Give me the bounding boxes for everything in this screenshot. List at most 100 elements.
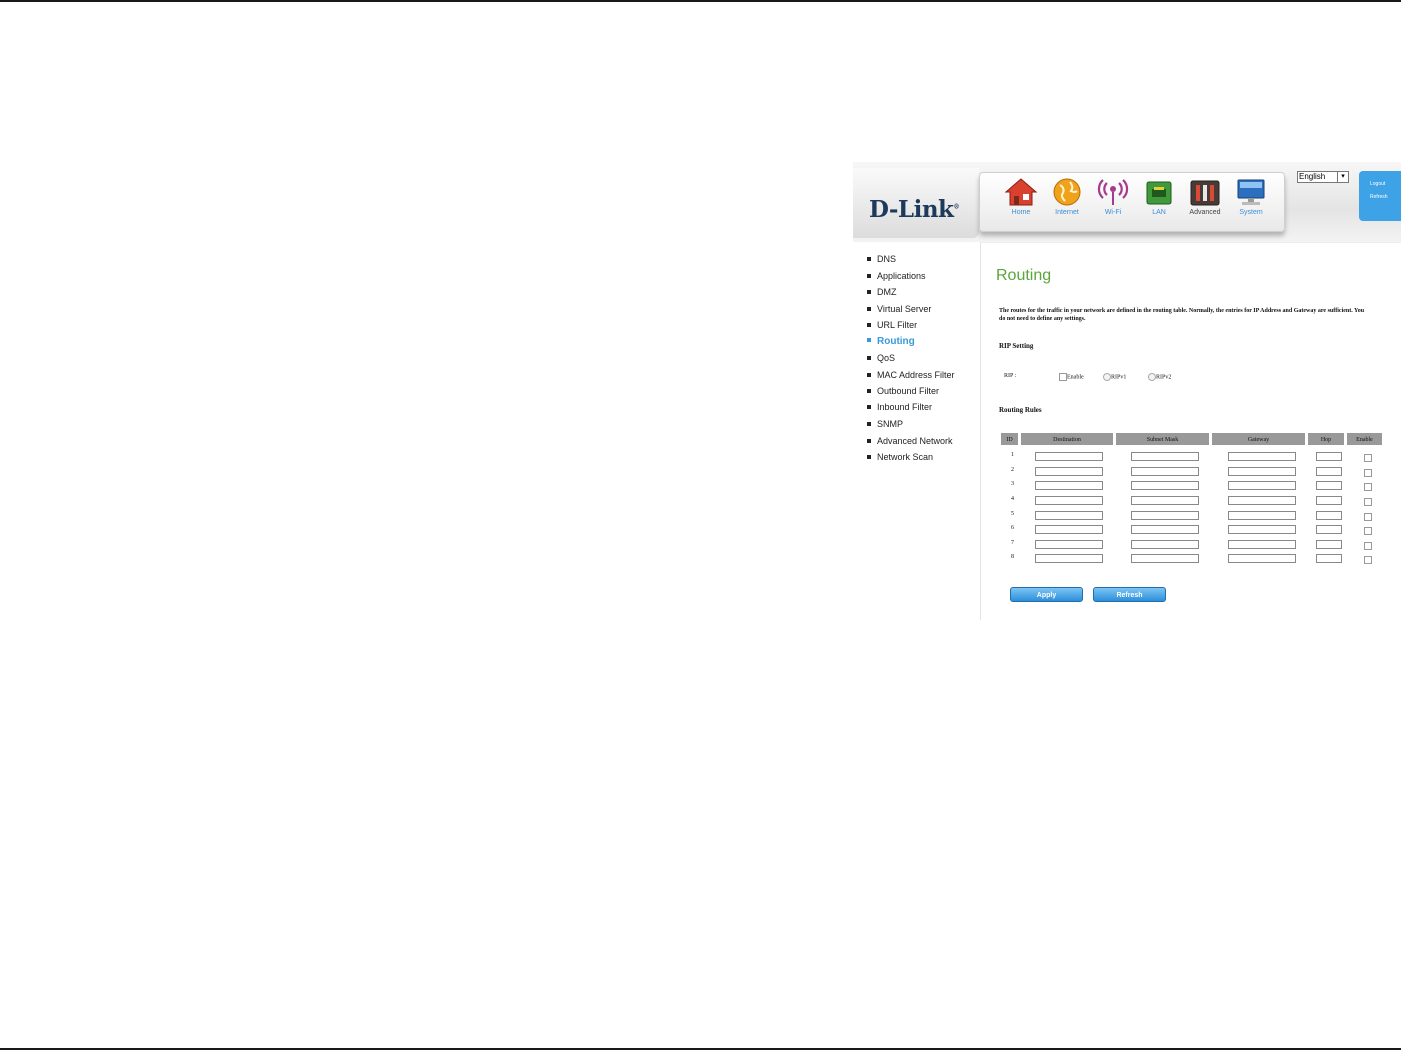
rule-enable-checkbox[interactable] (1364, 556, 1372, 564)
destination-input[interactable] (1035, 452, 1103, 461)
sidebar-item-qos[interactable]: QoS (867, 353, 895, 363)
bullet-icon (867, 289, 871, 294)
bullet-icon (867, 256, 871, 261)
gateway-input[interactable] (1228, 540, 1296, 549)
bullet-icon (867, 306, 871, 311)
destination-input[interactable] (1035, 554, 1103, 563)
advanced-tools-icon (1190, 180, 1220, 206)
rule-enable-checkbox[interactable] (1364, 498, 1372, 506)
bullet-icon (867, 273, 871, 278)
gateway-input[interactable] (1228, 525, 1296, 534)
subnet-mask-input[interactable] (1131, 481, 1199, 490)
rip-enable-checkbox[interactable]: Enable (1059, 373, 1084, 381)
hop-input[interactable] (1316, 525, 1342, 534)
bullet-icon (867, 372, 871, 377)
col-header-gateway: Gateway (1212, 433, 1305, 445)
sidebar-item-snmp[interactable]: SNMP (867, 419, 903, 429)
sidebar-item-advanced-network[interactable]: Advanced Network (867, 436, 953, 446)
rip-label: RIP : (1004, 373, 1017, 379)
sidebar-item-dns[interactable]: DNS (867, 254, 896, 264)
gateway-input[interactable] (1228, 554, 1296, 563)
subnet-mask-input[interactable] (1131, 452, 1199, 461)
hop-input[interactable] (1316, 496, 1342, 505)
nav-wifi[interactable]: Wi-Fi (1090, 177, 1136, 227)
lan-icon (1146, 181, 1172, 205)
sidebar-item-network-scan[interactable]: Network Scan (867, 452, 933, 462)
col-header-destination: Destination (1021, 433, 1113, 445)
bullet-icon (867, 338, 871, 343)
subnet-mask-input[interactable] (1131, 540, 1199, 549)
rule-enable-checkbox[interactable] (1364, 542, 1372, 550)
subnet-mask-input[interactable] (1131, 511, 1199, 520)
sidebar-item-mac-address-filter[interactable]: MAC Address Filter (867, 370, 955, 380)
home-icon (1004, 178, 1038, 206)
gateway-input[interactable] (1228, 467, 1296, 476)
rule-enable-checkbox[interactable] (1364, 454, 1372, 462)
subnet-mask-input[interactable] (1131, 554, 1199, 563)
dlink-logo: D-Link® (869, 196, 959, 223)
subnet-mask-input[interactable] (1131, 467, 1199, 476)
globe-icon (1053, 178, 1081, 206)
subnet-mask-input[interactable] (1131, 525, 1199, 534)
sidebar-menu: DNS Applications DMZ Virtual Server URL … (853, 242, 979, 620)
hop-input[interactable] (1316, 554, 1342, 563)
destination-input[interactable] (1035, 481, 1103, 490)
row-id: 6 (1011, 525, 1014, 531)
rule-enable-checkbox[interactable] (1364, 469, 1372, 477)
rule-enable-checkbox[interactable] (1364, 513, 1372, 521)
apply-button[interactable]: Apply (1010, 587, 1083, 602)
nav-advanced-label: Advanced (1189, 209, 1221, 216)
refresh-button[interactable]: Refresh (1093, 587, 1166, 602)
gateway-input[interactable] (1228, 452, 1296, 461)
nav-lan[interactable]: LAN (1136, 177, 1182, 227)
hop-input[interactable] (1316, 467, 1342, 476)
account-panel: Logout Refresh (1359, 171, 1401, 221)
language-select[interactable]: English ▾ (1297, 171, 1349, 183)
row-id: 5 (1011, 511, 1014, 517)
destination-input[interactable] (1035, 467, 1103, 476)
destination-input[interactable] (1035, 511, 1103, 520)
hop-input[interactable] (1316, 481, 1342, 490)
top-navigation: Home Internet Wi-Fi LAN Advanced System (979, 172, 1285, 232)
ripv1-radio[interactable]: RIPv1 (1103, 373, 1126, 381)
page-description: The routes for the traffic in your netwo… (999, 308, 1365, 322)
col-header-hop: Hop (1308, 433, 1344, 445)
rule-enable-checkbox[interactable] (1364, 527, 1372, 535)
row-id: 2 (1011, 467, 1014, 473)
hop-input[interactable] (1316, 540, 1342, 549)
checkbox-icon (1059, 373, 1067, 381)
nav-internet[interactable]: Internet (1044, 177, 1090, 227)
monitor-icon (1237, 179, 1265, 205)
page-top-rule (0, 0, 1401, 2)
gateway-input[interactable] (1228, 481, 1296, 490)
ripv2-radio[interactable]: RIPv2 (1148, 373, 1171, 381)
gateway-input[interactable] (1228, 496, 1296, 505)
logout-link[interactable]: Logout (1370, 181, 1385, 187)
sidebar-item-dmz[interactable]: DMZ (867, 287, 897, 297)
row-id: 8 (1011, 554, 1014, 560)
destination-input[interactable] (1035, 540, 1103, 549)
destination-input[interactable] (1035, 525, 1103, 534)
sidebar-item-virtual-server[interactable]: Virtual Server (867, 304, 931, 314)
page-bottom-rule (0, 1048, 1401, 1050)
bullet-icon (867, 388, 871, 393)
sidebar-item-outbound-filter[interactable]: Outbound Filter (867, 386, 939, 396)
sidebar-item-applications[interactable]: Applications (867, 271, 926, 281)
nav-system[interactable]: System (1228, 177, 1274, 227)
wifi-icon (1097, 179, 1129, 205)
hop-input[interactable] (1316, 511, 1342, 520)
logo-area: D-Link® (853, 168, 979, 238)
nav-home[interactable]: Home (998, 177, 1044, 227)
sidebar-item-routing[interactable]: Routing (867, 336, 915, 347)
bullet-icon (867, 438, 871, 443)
subnet-mask-input[interactable] (1131, 496, 1199, 505)
nav-advanced[interactable]: Advanced (1182, 177, 1228, 227)
destination-input[interactable] (1035, 496, 1103, 505)
rule-enable-checkbox[interactable] (1364, 483, 1372, 491)
sidebar-item-inbound-filter[interactable]: Inbound Filter (867, 402, 932, 412)
refresh-link[interactable]: Refresh (1370, 194, 1388, 200)
gateway-input[interactable] (1228, 511, 1296, 520)
col-header-subnet-mask: Subnet Mask (1116, 433, 1209, 445)
sidebar-item-url-filter[interactable]: URL Filter (867, 320, 917, 330)
hop-input[interactable] (1316, 452, 1342, 461)
